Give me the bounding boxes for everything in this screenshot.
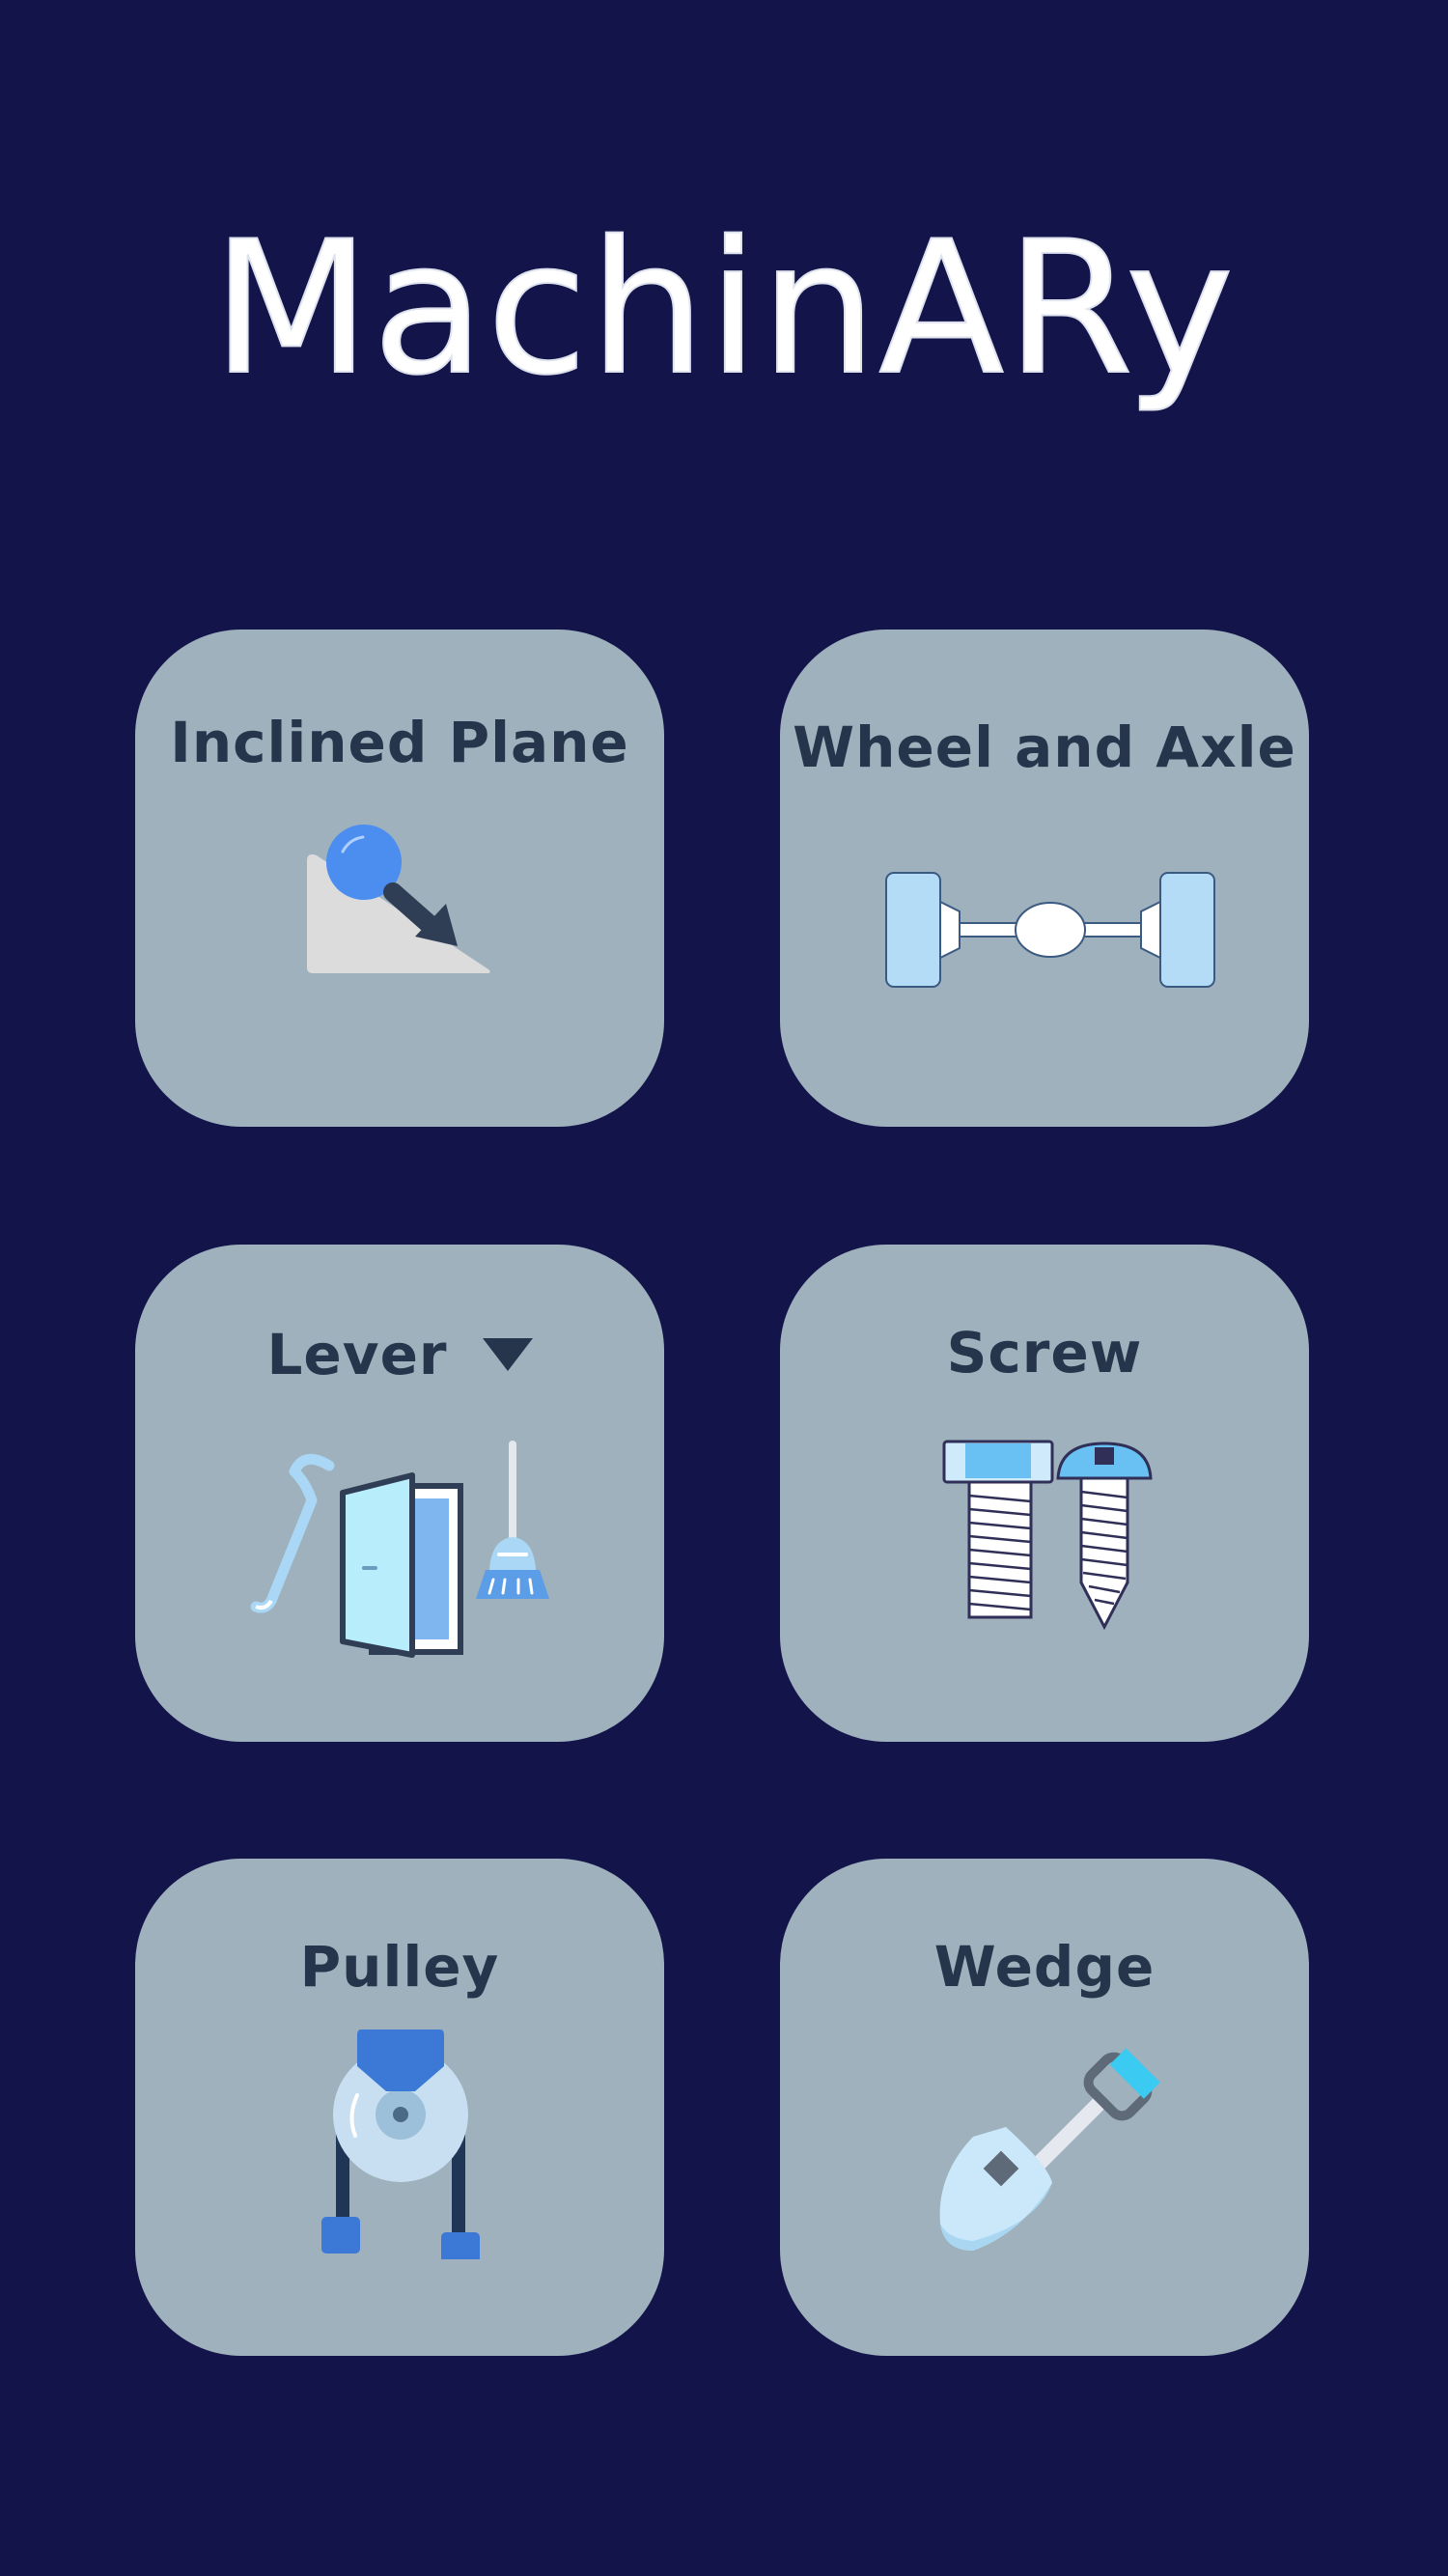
wheel-and-axle-icon <box>884 869 1216 994</box>
card-inclined-plane[interactable]: Inclined Plane <box>135 630 664 1127</box>
wedge-icon <box>934 2030 1166 2262</box>
app-logo: MachinARy <box>0 227 1448 420</box>
card-title-inclined-plane: Inclined Plane <box>170 710 629 775</box>
card-title-wheel-and-axle: Wheel and Axle <box>793 714 1296 780</box>
card-pulley[interactable]: Pulley <box>135 1859 664 2356</box>
chevron-down-icon[interactable] <box>482 1337 533 1371</box>
card-title-screw: Screw <box>946 1320 1143 1386</box>
card-wedge[interactable]: Wedge <box>780 1859 1309 2356</box>
inclined-plane-icon <box>299 823 512 977</box>
card-title-lever: Lever <box>135 1322 664 1387</box>
card-title-wedge: Wedge <box>933 1934 1156 2000</box>
app-title: MachinARy <box>212 227 1237 415</box>
card-screw[interactable]: Screw <box>780 1245 1309 1742</box>
card-title-lever-label: Lever <box>266 1322 448 1387</box>
lever-icon <box>237 1433 565 1665</box>
screw-icon <box>936 1438 1168 1631</box>
pulley-icon <box>319 2028 483 2259</box>
card-lever[interactable]: Lever <box>135 1245 664 1742</box>
card-title-pulley: Pulley <box>299 1934 500 2000</box>
card-wheel-and-axle[interactable]: Wheel and Axle <box>780 630 1309 1127</box>
